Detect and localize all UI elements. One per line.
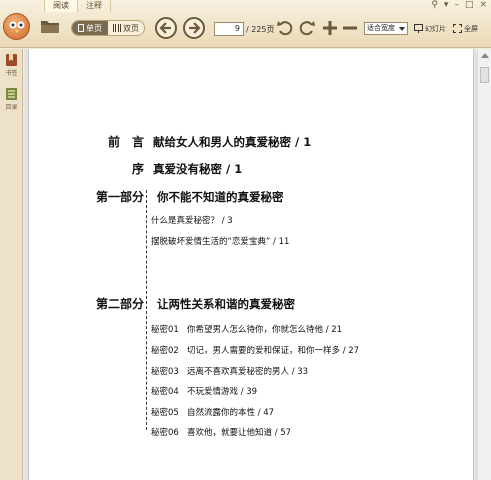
zoom-in-icon[interactable] [321, 19, 339, 37]
toc-entry[interactable]: 秘密06 喜欢他，就要让他知道 / 57 [151, 426, 291, 438]
sidebar-item-label: 目录 [5, 104, 18, 111]
secret-title: 喜欢他，就要让他知道 / 57 [187, 428, 292, 438]
double-page-button[interactable]: 双页 [108, 21, 144, 35]
secret-number: 秘密02 [151, 346, 179, 356]
secret-number: 秘密03 [151, 367, 179, 377]
secret-number: 秘密04 [151, 387, 179, 397]
chevron-down-icon [399, 27, 405, 31]
menu-dropdown-icon[interactable]: ▾ [444, 0, 449, 11]
zoom-out-icon[interactable] [341, 19, 359, 37]
minimize-icon[interactable]: – [454, 0, 459, 11]
secret-number: 秘密05 [151, 408, 179, 418]
toc-entry[interactable]: 秘密05 自然流露你的本性 / 47 [151, 406, 274, 418]
scrollbar-thumb[interactable] [480, 67, 489, 83]
toc-entry[interactable]: 秘密02 切记，男人需要的爱和保证，和你一样多 / 27 [151, 344, 359, 356]
zoom-mode-value: 适合宽度 [367, 24, 395, 32]
slideshow-icon [414, 24, 423, 33]
toc-entry[interactable]: 秘密04 不玩爱情游戏 / 39 [151, 385, 257, 397]
part2-label: 第二部分 [95, 297, 144, 311]
maximize-icon[interactable]: □ [465, 0, 474, 11]
next-page-button[interactable] [183, 17, 205, 39]
secret-title: 不玩爱情游戏 / 39 [187, 387, 258, 397]
toc-icon [6, 88, 17, 100]
single-page-label: 单页 [86, 23, 102, 33]
double-page-icon [113, 24, 121, 32]
tab-annotate[interactable]: 注释 [78, 0, 111, 12]
sidebar: 书签 目录 [0, 49, 23, 480]
slideshow-label: 幻灯片 [425, 24, 446, 33]
fullscreen-icon [453, 24, 462, 33]
preface-label: 前 言 [107, 135, 144, 149]
toc-entry[interactable]: 秘密03 远离不喜欢真爱秘密的男人 / 33 [151, 365, 308, 377]
part1-label: 第一部分 [95, 190, 144, 204]
fullscreen-button[interactable]: 全屏 [453, 22, 478, 35]
foreword-title[interactable]: 真爱没有秘密 / 1 [153, 161, 242, 177]
skin-icon[interactable]: ⚲ [431, 0, 438, 11]
document-viewport[interactable]: 前 言 献给女人和男人的真爱秘密 / 1 序 真爱没有秘密 / 1 第一部分 你… [24, 49, 477, 480]
previous-page-button[interactable] [155, 17, 177, 39]
secret-number: 秘密01 [151, 325, 179, 335]
tab-read[interactable]: 阅读 [44, 0, 78, 12]
single-page-button[interactable]: 单页 [72, 21, 108, 35]
slideshow-button[interactable]: 幻灯片 [414, 22, 446, 35]
open-folder-icon[interactable] [40, 19, 60, 34]
toc-entry[interactable]: 什么是真爱秘密？ / 3 [151, 214, 233, 226]
bookmark-icon [6, 54, 17, 66]
preface-title[interactable]: 献给女人和男人的真爱秘密 / 1 [153, 134, 311, 150]
toolbar: 阅读 注释 ⚲ ▾ – □ × 单页 双页 9 / 225页 适合宽度 幻灯片 … [0, 0, 491, 48]
toc-entry[interactable]: 摆脱破坏爱情生活的“恋爱宝典” / 11 [151, 235, 289, 247]
sidebar-item-bookmarks[interactable]: 书签 [2, 53, 21, 77]
part2-title[interactable]: 让两性关系和谐的真爱秘密 [157, 296, 295, 312]
rotate-right-icon[interactable] [298, 19, 316, 37]
arrow-left-icon [159, 22, 171, 34]
sidebar-item-contents[interactable]: 目录 [2, 87, 21, 111]
double-page-label: 双页 [123, 23, 139, 33]
scroll-up-icon[interactable] [481, 53, 489, 58]
rotate-left-icon[interactable] [276, 19, 294, 37]
part1-title[interactable]: 你不能不知道的真爱秘密 [157, 189, 284, 205]
secret-number: 秘密06 [151, 428, 179, 438]
vertical-scrollbar[interactable] [477, 49, 491, 480]
page-view-toggle: 单页 双页 [71, 20, 145, 36]
total-pages: / 225页 [246, 25, 275, 34]
page-number-input[interactable]: 9 [214, 22, 244, 36]
sidebar-item-label: 书签 [5, 70, 18, 77]
single-page-icon [78, 24, 84, 32]
fullscreen-label: 全屏 [464, 24, 478, 33]
secret-title: 自然流露你的本性 / 47 [187, 408, 275, 418]
section-divider-line [146, 190, 147, 430]
close-icon[interactable]: × [479, 0, 487, 11]
secret-title: 远离不喜欢真爱秘密的男人 / 33 [187, 367, 309, 377]
document-page: 前 言 献给女人和男人的真爱秘密 / 1 序 真爱没有秘密 / 1 第一部分 你… [28, 49, 474, 480]
arrow-right-icon [189, 22, 201, 34]
owl-icon [9, 21, 25, 33]
foreword-label: 序 [131, 162, 144, 176]
app-logo[interactable] [3, 13, 30, 40]
secret-title: 你希望男人怎么待你，你就怎么待他 / 21 [187, 325, 343, 335]
secret-title: 切记，男人需要的爱和保证，和你一样多 / 27 [187, 346, 360, 356]
zoom-mode-select[interactable]: 适合宽度 [364, 22, 408, 35]
toc-entry[interactable]: 秘密01 你希望男人怎么待你，你就怎么待他 / 21 [151, 323, 342, 335]
